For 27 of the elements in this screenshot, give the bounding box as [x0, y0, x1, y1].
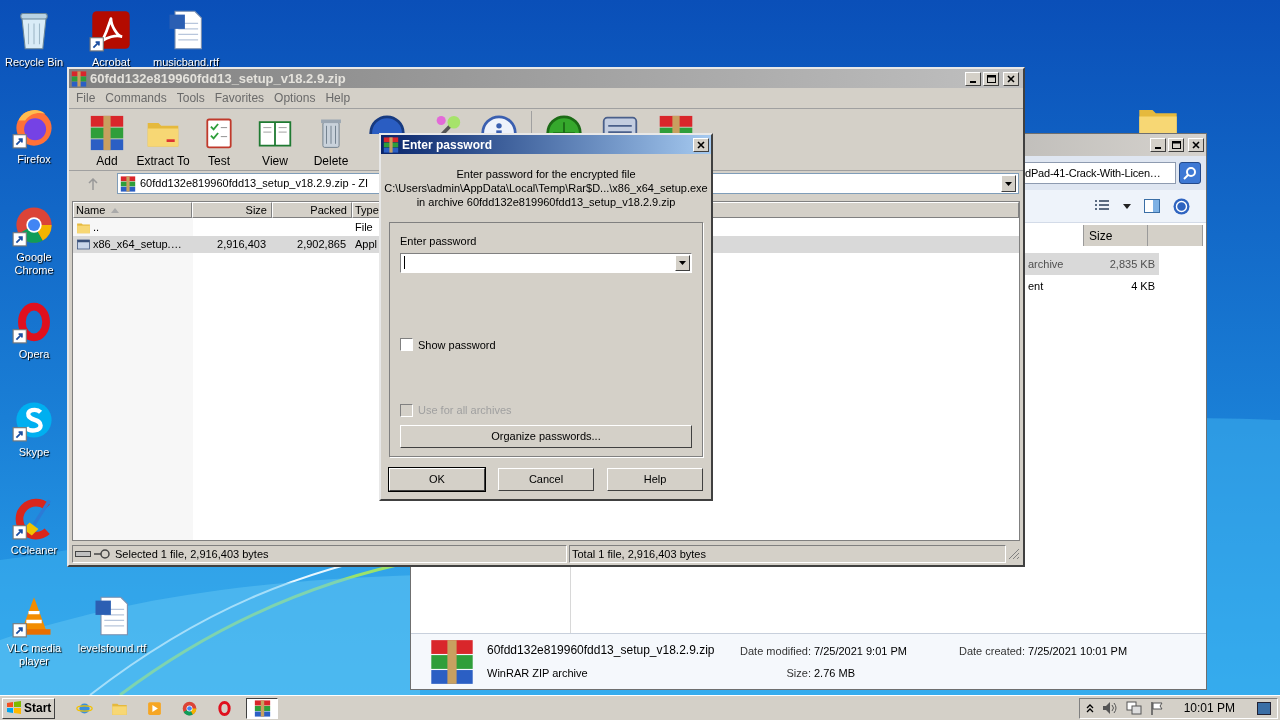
- packed-cell: 2,902,865: [297, 238, 346, 251]
- dialog-title: Enter password: [402, 136, 493, 154]
- detail-label: Date modified:: [739, 643, 811, 659]
- detail-value: 7/25/2021 9:01 PM: [814, 643, 907, 659]
- window-title: 60fdd132e819960fdd13_setup_v18.2.9.zip: [90, 69, 346, 88]
- name-cell-text: x86_x64_setup.…: [93, 237, 182, 253]
- file-type: WinRAR ZIP archive: [487, 666, 589, 682]
- status-text: Selected 1 file, 2,916,403 bytes: [115, 546, 269, 562]
- detail-value: 2.76 MB: [814, 666, 855, 681]
- status-text: Total 1 file, 2,916,403 bytes: [572, 546, 706, 562]
- checkbox-label: Show password: [418, 337, 496, 353]
- type-cell-text: archive: [1028, 256, 1064, 272]
- field-label: Enter password: [400, 234, 478, 249]
- type-cell: Appl: [355, 238, 378, 251]
- type-cell: File: [355, 221, 373, 234]
- dialog-message: C:\Users\admin\AppData\Local\Temp\Rar$D...\x86_x64_setup.exe: [384, 181, 708, 195]
- type-cell-text: ent: [1028, 278, 1044, 294]
- size-cell-text: 2,835 KB: [1109, 256, 1155, 272]
- dialog-message: Enter password for the encrypted file: [456, 167, 636, 181]
- detail-value: 7/25/2021 10:01 PM: [1028, 644, 1128, 659]
- file-name: 60fdd132e819960fdd13_setup_v18.2.9.zip: [487, 642, 716, 660]
- detail-label: Date created:: [958, 644, 1025, 659]
- size-cell: 2,916,403: [217, 238, 266, 251]
- dialog-message: in archive 60fdd132e819960fdd13_setup_v18.2.9.zip: [416, 195, 676, 209]
- name-cell-text: ..: [93, 220, 100, 236]
- detail-label: Size:: [785, 666, 811, 681]
- size-cell-text: 4 KB: [1131, 278, 1155, 294]
